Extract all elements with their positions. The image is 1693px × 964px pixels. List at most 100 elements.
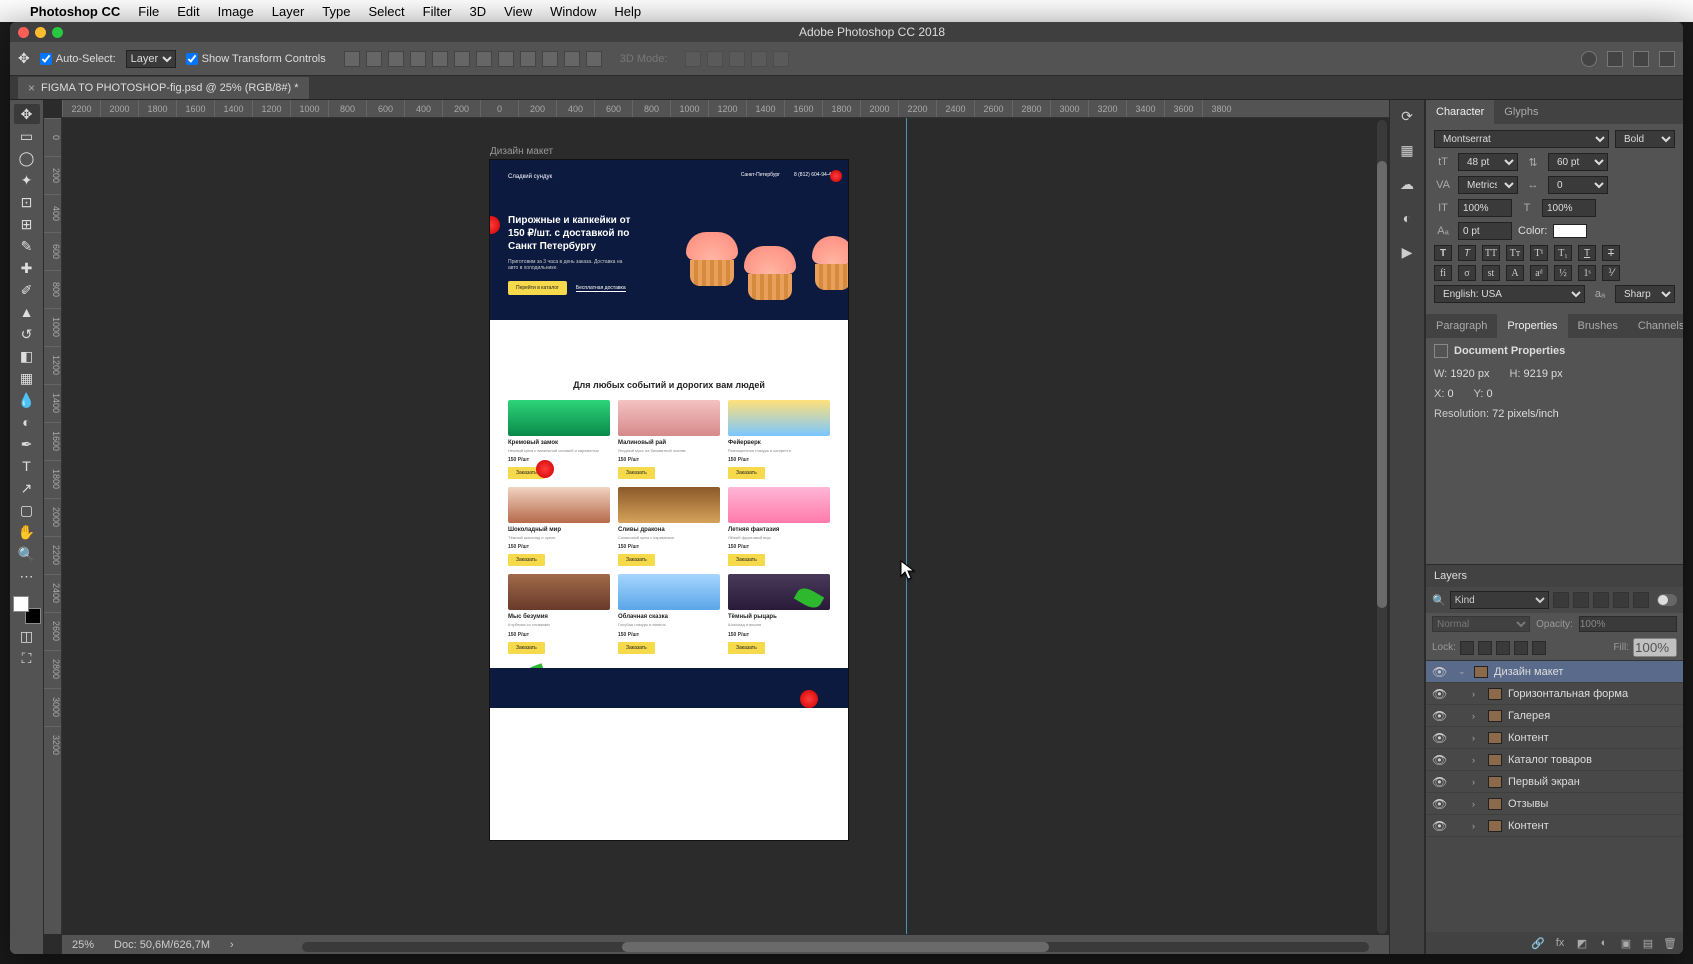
menu-image[interactable]: Image <box>218 4 254 19</box>
distribute-v-icon[interactable] <box>498 51 514 67</box>
tab-channels[interactable]: Channels <box>1628 314 1683 338</box>
actions-panel-icon[interactable]: ▶ <box>1397 242 1417 262</box>
distribute-3-icon[interactable] <box>520 51 536 67</box>
tracking-select[interactable]: 0 <box>1548 176 1608 194</box>
zoom-tool[interactable]: 🔍 <box>14 544 40 564</box>
strike-button[interactable]: T <box>1602 245 1620 261</box>
scrollbar-horizontal[interactable] <box>302 942 1369 952</box>
move-tool[interactable]: ✥ <box>14 104 40 124</box>
subscript-button[interactable]: T₁ <box>1554 245 1572 261</box>
italic-button[interactable]: T <box>1458 245 1476 261</box>
align-center-v-icon[interactable] <box>432 51 448 67</box>
screenmode-tool[interactable]: ⛶ <box>14 648 40 668</box>
auto-select-checkbox[interactable]: Auto-Select: <box>40 53 116 65</box>
disclosure-icon[interactable]: › <box>1472 733 1482 743</box>
filter-type-icon[interactable] <box>1593 592 1609 608</box>
layer-row[interactable]: 👁 › Первый экран <box>1426 771 1683 793</box>
eraser-tool[interactable]: ◧ <box>14 346 40 366</box>
guide[interactable] <box>906 118 907 934</box>
scrollbar-vertical[interactable] <box>1377 120 1387 934</box>
layer-row[interactable]: 👁 ⌄ Дизайн макет <box>1426 661 1683 683</box>
titling-button[interactable]: A <box>1506 265 1524 281</box>
blend-mode-select[interactable]: Normal <box>1432 616 1530 632</box>
swatches-panel-icon[interactable]: ▦ <box>1397 140 1417 160</box>
language-select[interactable]: English: USA <box>1434 285 1585 303</box>
blur-tool[interactable]: 💧 <box>14 390 40 410</box>
quickmask-tool[interactable]: ◫ <box>14 626 40 646</box>
lock-trans-icon[interactable] <box>1460 641 1474 655</box>
vscale-input[interactable] <box>1458 199 1512 217</box>
visibility-icon[interactable]: 👁 <box>1432 665 1446 679</box>
align-bottom-icon[interactable] <box>454 51 470 67</box>
font-family-select[interactable]: Montserrat <box>1434 130 1609 148</box>
menu-window[interactable]: Window <box>550 4 596 19</box>
type-tool[interactable]: T <box>14 456 40 476</box>
lock-artboard-icon[interactable] <box>1514 641 1528 655</box>
filter-toggle[interactable] <box>1657 594 1677 606</box>
fractions-button[interactable]: ½ <box>1554 265 1572 281</box>
disclosure-icon[interactable]: › <box>1472 777 1482 787</box>
smallcaps-button[interactable]: Tᴛ <box>1506 245 1524 261</box>
baseline-input[interactable] <box>1458 222 1512 240</box>
menu-edit[interactable]: Edit <box>177 4 199 19</box>
align-top-icon[interactable] <box>410 51 426 67</box>
adjustment-layer-icon[interactable]: ◐ <box>1597 936 1611 950</box>
disclosure-icon[interactable]: › <box>1472 755 1482 765</box>
disclosure-icon[interactable]: ⌄ <box>1458 666 1468 677</box>
minimize-button[interactable] <box>35 27 46 38</box>
discretionary-button[interactable]: ⅟ <box>1602 265 1620 281</box>
align-right-icon[interactable] <box>388 51 404 67</box>
underline-button[interactable]: T <box>1578 245 1596 261</box>
disclosure-icon[interactable]: › <box>1472 821 1482 831</box>
history-brush-tool[interactable]: ↺ <box>14 324 40 344</box>
tab-glyphs[interactable]: Glyphs <box>1494 100 1548 124</box>
distribute-6-icon[interactable] <box>586 51 602 67</box>
menu-view[interactable]: View <box>504 4 532 19</box>
menu-layer[interactable]: Layer <box>272 4 305 19</box>
group-icon[interactable]: ▣ <box>1619 936 1633 950</box>
tab-close-icon[interactable]: × <box>28 81 35 95</box>
visibility-icon[interactable]: 👁 <box>1432 819 1446 833</box>
doc-size[interactable]: Doc: 50,6M/626,7M <box>114 939 210 951</box>
maximize-button[interactable] <box>52 27 63 38</box>
ornaments-button[interactable]: 1ˢ <box>1578 265 1596 281</box>
dodge-tool[interactable]: ◐ <box>14 412 40 432</box>
stamp-tool[interactable]: ▲ <box>14 302 40 322</box>
visibility-icon[interactable]: 👁 <box>1432 687 1446 701</box>
distribute-4-icon[interactable] <box>542 51 558 67</box>
share-icon[interactable] <box>1659 51 1675 67</box>
visibility-icon[interactable]: 👁 <box>1432 775 1446 789</box>
filter-shape-icon[interactable] <box>1613 592 1629 608</box>
leading-select[interactable]: 60 pt <box>1548 153 1608 171</box>
kerning-select[interactable]: Metrics <box>1458 176 1518 194</box>
lasso-tool[interactable]: ◯ <box>14 148 40 168</box>
canvas-area[interactable]: 2200200018001600140012001000800600400200… <box>44 100 1389 954</box>
layer-row[interactable]: 👁 › Контент <box>1426 815 1683 837</box>
superscript-button[interactable]: T¹ <box>1530 245 1548 261</box>
color-swatches[interactable] <box>13 596 41 624</box>
bold-button[interactable]: T <box>1434 245 1452 261</box>
show-transform-checkbox[interactable]: Show Transform Controls <box>186 53 326 65</box>
artboard[interactable]: Сладкий сундук Санкт-Петербург8 (812) 60… <box>490 160 848 840</box>
layers-panel-header[interactable]: Layers <box>1426 564 1683 587</box>
layer-filter-kind[interactable]: Kind <box>1450 591 1549 609</box>
ligature-button[interactable]: fi <box>1434 265 1452 281</box>
align-center-h-icon[interactable] <box>366 51 382 67</box>
visibility-icon[interactable]: 👁 <box>1432 753 1446 767</box>
ordinals-button[interactable]: aᵈ <box>1530 265 1548 281</box>
foreground-color[interactable] <box>13 596 29 612</box>
crop-tool[interactable]: ⊡ <box>14 192 40 212</box>
visibility-icon[interactable]: 👁 <box>1432 709 1446 723</box>
text-color-chip[interactable] <box>1553 224 1587 238</box>
adjustments-panel-icon[interactable]: ◐ <box>1397 208 1417 228</box>
new-layer-icon[interactable]: ▤ <box>1641 936 1655 950</box>
oldstyle-button[interactable]: σ <box>1458 265 1476 281</box>
menu-help[interactable]: Help <box>614 4 641 19</box>
tab-brushes[interactable]: Brushes <box>1568 314 1628 338</box>
visibility-icon[interactable]: 👁 <box>1432 797 1446 811</box>
eyedropper-tool[interactable]: ✎ <box>14 236 40 256</box>
antialias-select[interactable]: Sharp <box>1615 285 1675 303</box>
opacity-input[interactable] <box>1579 616 1677 632</box>
font-size-select[interactable]: 48 pt <box>1458 153 1518 171</box>
distribute-5-icon[interactable] <box>564 51 580 67</box>
